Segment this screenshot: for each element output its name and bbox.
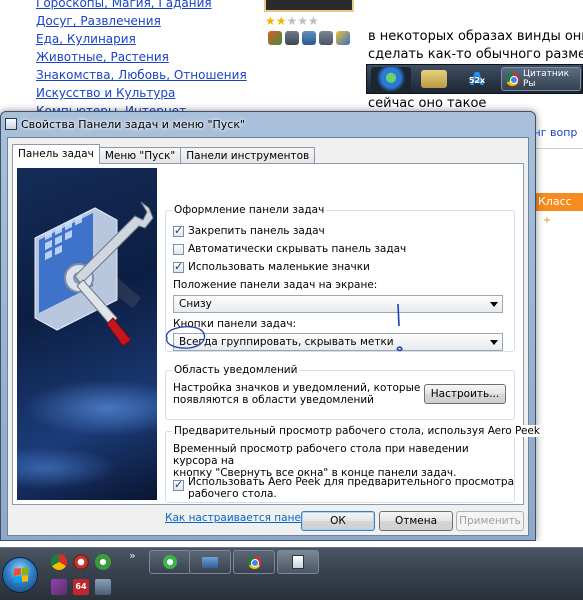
appearance-group-title: Оформление панели задач	[172, 204, 327, 216]
dialog-title: Свойства Панели задач и меню "Пуск"	[21, 117, 246, 131]
tab-taskbar[interactable]: Панель задач	[12, 144, 100, 164]
titlebar[interactable]: Свойства Панели задач и меню "Пуск"	[1, 112, 535, 136]
tab-toolbars[interactable]: Панели инструментов	[180, 147, 316, 164]
apply-button[interactable]: Применить	[456, 511, 524, 531]
buttons-select[interactable]: Всегда группировать, скрывать метки	[173, 333, 503, 351]
category-links: Гороскопы, Магия, Гадания Досуг, Развлеч…	[36, 0, 256, 120]
tab-panel: Оформление панели задач Закрепить панель…	[12, 163, 542, 524]
notifications-description: Настройка значков и уведомлений, которые…	[173, 382, 421, 406]
lock-taskbar-label: Закрепить панель задач	[188, 225, 325, 237]
ok-button[interactable]: ОК	[301, 511, 375, 531]
lock-taskbar-row[interactable]: Закрепить панель задач	[173, 224, 325, 237]
opera-icon[interactable]	[73, 554, 89, 570]
user-action-icons	[268, 31, 350, 45]
avatar[interactable]	[264, 0, 354, 12]
app-a-icon: 52x A	[468, 68, 486, 90]
small-icons-label: Использовать маленькие значки	[188, 261, 370, 273]
category-link[interactable]: Еда, Кулинария	[36, 30, 256, 48]
customize-button[interactable]: Настроить...	[424, 384, 506, 404]
taskbar-button-icq[interactable]	[149, 550, 191, 574]
pen-icon[interactable]	[336, 31, 350, 45]
small-icons-row[interactable]: Использовать маленькие значки	[173, 260, 370, 273]
visual-studio-icon[interactable]	[51, 579, 67, 595]
notifications-group-title: Область уведомлений	[172, 364, 300, 376]
klass-button[interactable]: Класс+	[530, 193, 583, 227]
windows-logo-icon	[14, 567, 28, 583]
utorrent-icon[interactable]	[95, 554, 111, 570]
app-64-icon[interactable]: 64	[73, 579, 89, 595]
taskbar-button-chrome[interactable]	[233, 550, 275, 574]
chrome-icon[interactable]	[51, 554, 67, 570]
category-link[interactable]: Знакомства, Любовь, Отношения	[36, 66, 256, 84]
buttons-value: Всегда группировать, скрывать метки	[179, 336, 394, 348]
location-value: Снизу	[179, 298, 212, 310]
chevron-down-icon	[490, 302, 498, 307]
properties-icon	[292, 555, 304, 569]
location-select[interactable]: Снизу	[173, 295, 503, 313]
aero-peek-checkbox[interactable]	[173, 478, 184, 491]
tab-strip: Панель задач Меню "Пуск" Панели инструме…	[12, 144, 316, 164]
lock-taskbar-checkbox[interactable]	[173, 224, 184, 237]
icq-icon	[163, 555, 177, 569]
notifications-group: Область уведомлений Настройка значков и …	[165, 364, 515, 420]
taskbar: » 64	[0, 547, 583, 600]
folder-icon	[202, 556, 218, 568]
taskbar-illustration	[17, 168, 157, 500]
autohide-label: Автоматически скрывать панель задач	[188, 243, 407, 255]
rating-stars: ★★★★★	[265, 14, 319, 28]
location-label: Положение панели задач на экране:	[173, 279, 378, 291]
appearance-group: Оформление панели задач Закрепить панель…	[165, 204, 515, 352]
chrome-icon	[506, 72, 519, 86]
tab-start-menu[interactable]: Меню "Пуск"	[98, 147, 182, 164]
start-button[interactable]	[2, 557, 38, 593]
aero-peek-row[interactable]: Использовать Aero Peek для предварительн…	[173, 476, 514, 500]
window-icon	[5, 118, 17, 130]
chrome-tab: Цитатник Ры	[501, 67, 581, 91]
category-link[interactable]: Животные, Растения	[36, 48, 256, 66]
folder-icon	[421, 70, 447, 88]
taskbar-button-properties[interactable]	[277, 550, 319, 574]
photo-icon[interactable]	[302, 31, 316, 45]
buttons-label: Кнопки панели задач:	[173, 318, 297, 330]
aero-peek-group-title: Предварительный просмотр рабочего стола,…	[172, 425, 542, 437]
media-icon[interactable]	[95, 579, 111, 595]
aero-peek-group: Предварительный просмотр рабочего стола,…	[165, 425, 542, 503]
cancel-button[interactable]: Отмена	[379, 511, 453, 531]
overflow-chevron-icon[interactable]: »	[129, 549, 136, 562]
taskbar-button-folder[interactable]	[189, 550, 231, 574]
chevron-down-icon	[490, 340, 498, 345]
autohide-checkbox[interactable]	[173, 243, 184, 255]
embedded-taskbar-screenshot: 52x A Цитатник Ры	[366, 64, 583, 94]
film-icon[interactable]	[319, 31, 333, 45]
category-link[interactable]: Гороскопы, Магия, Гадания	[36, 0, 256, 12]
windows-logo-icon	[371, 67, 411, 91]
chrome-icon	[247, 555, 261, 569]
question-text: в некоторых образах винды они из сделать…	[368, 29, 583, 62]
aero-peek-label: Использовать Aero Peek для предварительн…	[188, 476, 515, 500]
dialog-client: Панель задач Меню "Пуск" Панели инструме…	[7, 137, 542, 536]
category-link[interactable]: Досуг, Развлечения	[36, 12, 256, 30]
aero-peek-description: Временный просмотр рабочего стола при на…	[173, 443, 469, 479]
taskbar-properties-dialog: Свойства Панели задач и меню "Пуск" Пане…	[0, 111, 542, 541]
small-icons-checkbox[interactable]	[173, 260, 184, 273]
answer-text: сейчас оно такое	[368, 96, 487, 111]
autohide-row[interactable]: Автоматически скрывать панель задач	[173, 243, 406, 255]
category-link[interactable]: Искусство и Культура	[36, 84, 256, 102]
friends-icon[interactable]	[268, 31, 282, 45]
camera-icon[interactable]	[285, 31, 299, 45]
